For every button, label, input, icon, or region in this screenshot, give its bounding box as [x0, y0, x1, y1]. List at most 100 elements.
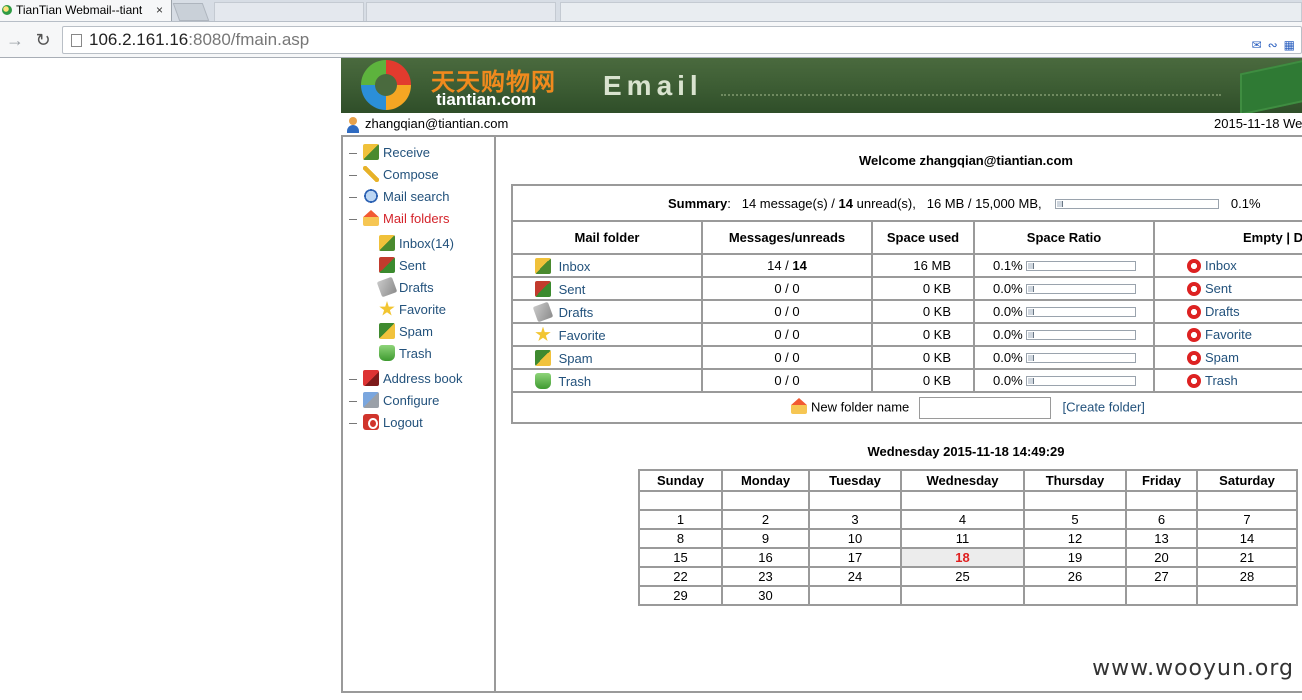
- calendar-day[interactable]: 3: [808, 509, 902, 530]
- empty-link-sent[interactable]: Sent: [1205, 281, 1232, 296]
- ratio-cell: 0.1%: [973, 253, 1155, 278]
- calendar-day[interactable]: 26: [1023, 566, 1127, 587]
- calendar-day[interactable]: 18: [900, 547, 1025, 568]
- inbox-icon: [363, 144, 379, 160]
- sidebar-item-configure[interactable]: Configure: [349, 391, 439, 411]
- messages-cell: 0 / 0: [701, 299, 873, 324]
- calendar-day[interactable]: 15: [638, 547, 723, 568]
- column-header: Mail folder: [511, 220, 703, 255]
- ratio-cell: 0.0%: [973, 276, 1155, 301]
- browser-tab-active[interactable]: TianTian Webmail--tiant ×: [0, 0, 172, 21]
- sidebar-folder-inbox[interactable]: Inbox(14): [379, 234, 454, 254]
- calendar-day[interactable]: 30: [721, 585, 810, 606]
- sidebar-folder-favorite[interactable]: Favorite: [379, 300, 446, 320]
- folder-link-trash[interactable]: Trash: [558, 374, 591, 389]
- table-row: Sent 0 / 0 0 KB 0.0% Sent: [511, 276, 1302, 301]
- empty-link-favorite[interactable]: Favorite: [1205, 327, 1252, 342]
- empty-link-drafts[interactable]: Drafts: [1205, 304, 1240, 319]
- configure-icon: [363, 392, 379, 408]
- calendar-day[interactable]: 9: [721, 528, 810, 549]
- empty-link-spam[interactable]: Spam: [1205, 350, 1239, 365]
- trash-icon: [379, 345, 395, 361]
- wave-extension-icon[interactable]: ∾: [1268, 32, 1278, 58]
- sidebar-item-address-book[interactable]: Address book: [349, 369, 463, 389]
- folder-link-sent[interactable]: Sent: [559, 282, 586, 297]
- ratio-fill: [1028, 378, 1035, 384]
- address-bar[interactable]: 106.2.161.16:8080/fmain.asp ✉ ∾ ▦: [62, 26, 1302, 54]
- calendar-day[interactable]: 21: [1196, 547, 1298, 568]
- calendar-day[interactable]: 29: [638, 585, 723, 606]
- calendar-day[interactable]: 13: [1125, 528, 1198, 549]
- calendar-empty-day: [1196, 585, 1298, 606]
- calendar-day[interactable]: 22: [638, 566, 723, 587]
- browser-tab[interactable]: [214, 2, 364, 21]
- calendar-day[interactable]: 11: [900, 528, 1025, 549]
- tab-close-icon[interactable]: ×: [156, 0, 163, 20]
- calendar-day[interactable]: 27: [1125, 566, 1198, 587]
- calendar-day[interactable]: 6: [1125, 509, 1198, 530]
- sidebar-item-receive[interactable]: Receive: [349, 143, 430, 163]
- folder-link-drafts[interactable]: Drafts: [559, 305, 594, 320]
- unread-count: 14: [792, 258, 807, 273]
- browser-tabstrip: TianTian Webmail--tiant ×: [0, 0, 1302, 22]
- sidebar-item-mail-folders[interactable]: Mail folders: [349, 209, 449, 229]
- calendar-day[interactable]: 2: [721, 509, 810, 530]
- calendar-day[interactable]: 28: [1196, 566, 1298, 587]
- grid-extension-icon[interactable]: ▦: [1284, 32, 1295, 58]
- browser-tab[interactable]: [366, 2, 556, 21]
- empty-link-inbox[interactable]: Inbox: [1205, 258, 1237, 273]
- sidebar-folder-sent[interactable]: Sent: [379, 256, 426, 276]
- new-tab-button[interactable]: [172, 3, 210, 21]
- empty-cell: Spam: [1153, 345, 1302, 370]
- calendar-day[interactable]: 12: [1023, 528, 1127, 549]
- sidebar-folder-trash[interactable]: Trash: [379, 344, 432, 364]
- calendar-day[interactable]: 8: [638, 528, 723, 549]
- calendar-day[interactable]: 5: [1023, 509, 1127, 530]
- sidebar-folder-spam[interactable]: Spam: [379, 322, 433, 342]
- ratio-text: 0.0%: [993, 304, 1023, 319]
- browser-tab[interactable]: [560, 2, 1302, 21]
- calendar-day[interactable]: 24: [808, 566, 902, 587]
- calendar-day[interactable]: 14: [1196, 528, 1298, 549]
- mailbox-summary-table: Summary: 14 message(s) / 14 unread(s), 1…: [511, 184, 1302, 424]
- calendar-day[interactable]: 7: [1196, 509, 1298, 530]
- create-folder-link[interactable]: [Create folder]: [1063, 399, 1145, 414]
- sidebar-folder-label: Trash: [399, 346, 432, 361]
- calendar-week-row: [638, 490, 1298, 511]
- new-folder-name-input[interactable]: [918, 396, 1051, 419]
- sent-icon: [379, 257, 395, 273]
- ratio-bar: [1026, 284, 1137, 294]
- calendar-day[interactable]: 16: [721, 547, 810, 568]
- calendar-day[interactable]: 10: [808, 528, 902, 549]
- logout-icon: [363, 414, 379, 430]
- calendar-day[interactable]: 25: [900, 566, 1025, 587]
- calendar-day[interactable]: 1: [638, 509, 723, 530]
- search-icon: [363, 188, 379, 204]
- messages-count: 0 / 0: [774, 350, 800, 365]
- mail-extension-icon[interactable]: ✉: [1252, 32, 1262, 58]
- forward-icon[interactable]: →: [4, 29, 26, 51]
- sidebar-menu: Receive Compose Mail search Mail folders…: [341, 137, 496, 693]
- empty-link-trash[interactable]: Trash: [1205, 373, 1238, 388]
- calendar-empty-day: [1023, 585, 1127, 606]
- sidebar-item-compose[interactable]: Compose: [349, 165, 439, 185]
- ratio-bar: [1026, 330, 1137, 340]
- calendar-day[interactable]: 17: [808, 547, 902, 568]
- reload-icon[interactable]: ↻: [32, 29, 54, 51]
- calendar-header: Sunday Monday Tuesday Wednesday Thursday…: [638, 469, 1298, 492]
- space-cell: 16 MB: [871, 253, 975, 278]
- folder-link-inbox[interactable]: Inbox: [559, 259, 591, 274]
- calendar-day[interactable]: 4: [900, 509, 1025, 530]
- sidebar-item-logout[interactable]: Logout: [349, 413, 423, 433]
- calendar-day[interactable]: 19: [1023, 547, 1127, 568]
- star-icon: [535, 326, 551, 342]
- sidebar-item-mail-search[interactable]: Mail search: [349, 187, 449, 207]
- sidebar-folder-drafts[interactable]: Drafts: [376, 276, 434, 298]
- summary-unread-count: 14: [838, 195, 854, 211]
- weekday-header: Friday: [1125, 469, 1198, 492]
- calendar-day[interactable]: 23: [721, 566, 810, 587]
- ratio-cell: 0.0%: [973, 345, 1155, 370]
- calendar-day[interactable]: 20: [1125, 547, 1198, 568]
- folder-link-favorite[interactable]: Favorite: [559, 328, 606, 343]
- folder-link-spam[interactable]: Spam: [559, 351, 593, 366]
